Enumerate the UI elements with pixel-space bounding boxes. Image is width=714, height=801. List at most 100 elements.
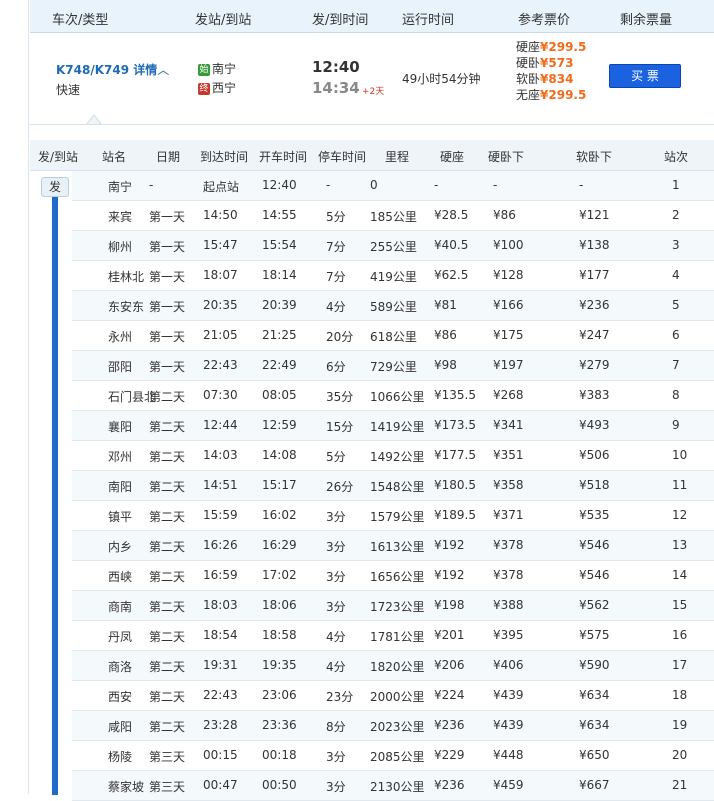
stop-duration: 3分 — [326, 570, 346, 584]
stop-arrive: 起点站 — [203, 180, 240, 194]
stop-depart: 12:59 — [262, 418, 297, 432]
stop-hard-sleeper: ¥395 — [493, 628, 524, 642]
stop-date: 第二天 — [149, 450, 186, 464]
stop-date: 第二天 — [149, 660, 186, 674]
stop-arrive: 21:05 — [203, 328, 238, 342]
stop-date: 第二天 — [149, 510, 186, 524]
table-row: 邓州 第二天 14:03 14:08 5分 1492公里 ¥177.5 ¥351 ¥506 10 — [72, 441, 714, 471]
stop-distance: 1419公里 — [370, 420, 425, 434]
stop-date: 第二天 — [149, 480, 186, 494]
stop-hard-seat: ¥28.5 — [434, 208, 469, 222]
duration: 49小时54分钟 — [402, 72, 481, 86]
stop-soft-sleeper: ¥562 — [579, 598, 610, 612]
stop-depart: 23:36 — [262, 718, 297, 732]
stop-duration: 26分 — [326, 480, 354, 494]
stop-duration: 3分 — [326, 750, 346, 764]
stop-seq: 6 — [672, 328, 680, 342]
table-row: 永州 第一天 21:05 21:25 20分 618公里 ¥86 ¥175 ¥247 6 — [72, 321, 714, 351]
buy-ticket-button[interactable]: 买 票 — [609, 64, 681, 88]
stop-duration: 4分 — [326, 660, 346, 674]
th-station: 站名 — [102, 150, 127, 164]
stop-duration: 3分 — [326, 510, 346, 524]
stop-arrive: 22:43 — [203, 688, 238, 702]
stop-depart: 18:14 — [262, 268, 297, 282]
stop-hard-sleeper: ¥358 — [493, 478, 524, 492]
stop-arrive: 16:59 — [203, 568, 238, 582]
table-row: 桂林北 第一天 18:07 18:14 7分 419公里 ¥62.5 ¥128 ¥177 4 — [72, 261, 714, 291]
stop-hard-seat: ¥98 — [434, 358, 457, 372]
stop-duration: 5分 — [326, 450, 346, 464]
stop-date: 第二天 — [149, 690, 186, 704]
stop-hard-seat: ¥180.5 — [434, 478, 476, 492]
stop-soft-sleeper: - — [579, 178, 584, 192]
stop-distance: 589公里 — [370, 300, 417, 314]
stop-distance: 729公里 — [370, 360, 417, 374]
chevron-up-icon[interactable]: ︿ — [157, 63, 169, 77]
table-row: 石门县北 第二天 07:30 08:05 35分 1066公里 ¥135.5 ¥268 ¥383… — [72, 381, 714, 411]
table-row: 南阳 第二天 14:51 15:17 26分 1548公里 ¥180.5 ¥358 ¥518 11 — [72, 471, 714, 501]
th-soft-sleeper: 软卧下 — [576, 150, 613, 164]
to-station-name: 西宁 — [212, 81, 237, 95]
arrive-time: 14:34 — [312, 79, 360, 97]
th-dir: 发/到站 — [38, 150, 79, 164]
stop-depart: 15:54 — [262, 238, 297, 252]
stop-duration: 4分 — [326, 630, 346, 644]
stop-seq: 11 — [672, 478, 688, 492]
stop-seq: 3 — [672, 238, 680, 252]
stop-depart: 00:50 — [262, 778, 297, 792]
stop-seq: 15 — [672, 598, 688, 612]
stop-depart: 18:06 — [262, 598, 297, 612]
stop-hard-seat: ¥198 — [434, 598, 465, 612]
stops-table: 发/到站 站名 日期 到达时间 开车时间 停车时间 里程 硬座 硬卧下 软卧下 … — [30, 124, 714, 801]
stop-distance: 1781公里 — [370, 630, 425, 644]
stop-seq: 7 — [672, 358, 680, 372]
stop-distance: 1492公里 — [370, 450, 425, 464]
from-station: 始南宁 — [198, 60, 236, 77]
th-arrive: 到达时间 — [200, 150, 249, 164]
stop-seq: 12 — [672, 508, 688, 522]
stop-date: 第一天 — [149, 270, 186, 284]
train-code-link[interactable]: K748/K749 详情︿ — [56, 61, 169, 78]
stop-hard-seat: ¥206 — [434, 658, 465, 672]
stop-station: 东安东 — [108, 300, 145, 314]
stop-soft-sleeper: ¥650 — [579, 748, 610, 762]
details-link[interactable]: 详情 — [133, 63, 157, 77]
stop-depart: 08:05 — [262, 388, 297, 402]
stop-seq: 16 — [672, 628, 688, 642]
stop-duration: 7分 — [326, 270, 346, 284]
stop-hard-sleeper: ¥175 — [493, 328, 524, 342]
stop-hard-seat: ¥177.5 — [434, 448, 476, 462]
stop-arrive: 18:54 — [203, 628, 238, 642]
stops-rows: 南宁 - 起点站 12:40-0- - -1 来宾 第一天 14:50 14:55 5分 185公里 ¥… — [72, 171, 714, 801]
stop-soft-sleeper: ¥121 — [579, 208, 610, 222]
train-code[interactable]: K748/K749 — [56, 63, 129, 77]
price-item: 软卧¥834 — [516, 71, 606, 87]
stop-depart: 19:35 — [262, 658, 297, 672]
stop-hard-seat: - — [434, 178, 439, 192]
stop-station: 邓州 — [108, 450, 133, 464]
stop-station: 西峡 — [108, 570, 133, 584]
train-summary-row: K748/K749 详情︿ 快速 始南宁 终西宁 12:40 14:34 +2天… — [30, 33, 714, 123]
stop-duration: 20分 — [326, 330, 354, 344]
stop-distance: 185公里 — [370, 210, 417, 224]
stop-date: 第二天 — [149, 630, 186, 644]
stop-station: 蔡家坡 — [108, 780, 145, 794]
stop-hard-sleeper: ¥371 — [493, 508, 524, 522]
stop-arrive: 15:59 — [203, 508, 238, 522]
stop-seq: 13 — [672, 538, 688, 552]
stop-station: 西安 — [108, 690, 133, 704]
stop-distance: 1579公里 — [370, 510, 425, 524]
stop-distance: 1066公里 — [370, 390, 425, 404]
stop-station: 邵阳 — [108, 360, 133, 374]
stop-soft-sleeper: ¥634 — [579, 688, 610, 702]
stop-hard-seat: ¥86 — [434, 328, 457, 342]
stop-arrive: 20:35 — [203, 298, 238, 312]
table-row: 襄阳 第二天 12:44 12:59 15分 1419公里 ¥173.5 ¥341 ¥493 9 — [72, 411, 714, 441]
stop-date: 第三天 — [149, 750, 186, 764]
stop-station: 永州 — [108, 330, 133, 344]
stop-distance: 2085公里 — [370, 750, 425, 764]
header-remaining: 剩余票量 — [620, 13, 673, 28]
stop-station: 咸阳 — [108, 720, 133, 734]
stop-station: 镇平 — [108, 510, 133, 524]
stop-distance: 2000公里 — [370, 690, 425, 704]
